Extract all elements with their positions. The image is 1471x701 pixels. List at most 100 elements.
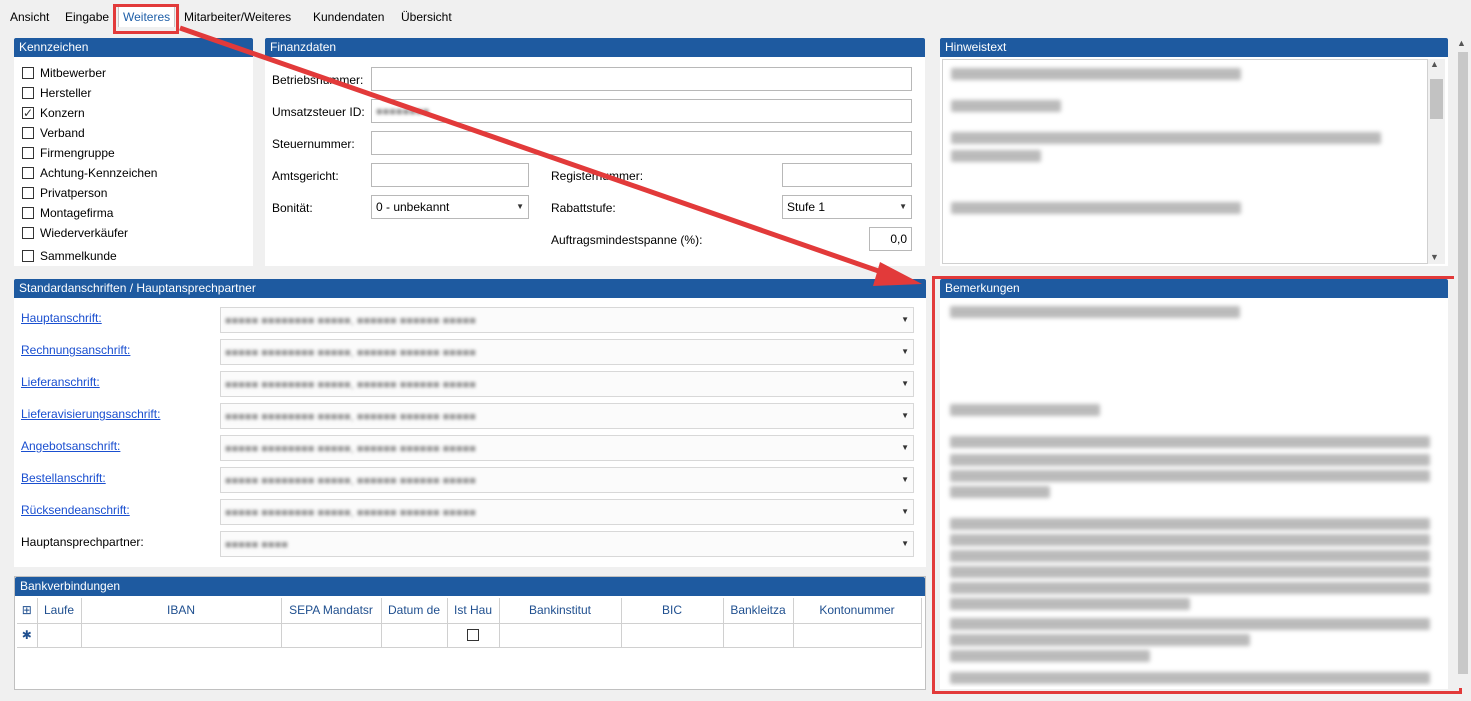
bank-grid: ⊞ Laufe IBAN SEPA Mandatsr Datum de Ist Hau B… xyxy=(17,598,922,648)
address-link[interactable]: Bestellanschrift: xyxy=(21,471,106,485)
address-select[interactable]: ■■■■■ ■■■■■■■■ ■■■■■, ■■■■■■ ■■■■■■ ■■■■… xyxy=(220,403,914,429)
hinweistext-scrollbar[interactable]: ▲ ▼ xyxy=(1428,59,1445,264)
scroll-up-icon[interactable]: ▲ xyxy=(1430,59,1439,69)
bemerkungen-textarea[interactable] xyxy=(942,300,1446,687)
tab-uebersicht[interactable]: Übersicht xyxy=(397,6,456,28)
grid-menu-icon[interactable]: ⊞ xyxy=(17,598,38,624)
kennzeichen-item[interactable]: Sammelkunde xyxy=(22,247,117,265)
tab-mitarbeiter-weiteres[interactable]: Mitarbeiter/Weiteres xyxy=(180,6,295,28)
grid-column-header[interactable]: Bankinstitut xyxy=(499,598,622,624)
address-select[interactable]: ■■■■■ ■■■■■■■■ ■■■■■, ■■■■■■ ■■■■■■ ■■■■… xyxy=(220,371,914,397)
hinweistext-header: Hinweistext xyxy=(940,38,1448,57)
address-link[interactable]: Lieferavisierungsanschrift: xyxy=(21,407,160,421)
checkbox[interactable] xyxy=(22,67,34,79)
grid-column-header[interactable]: Ist Hau xyxy=(447,598,500,624)
bankverbindungen-header: Bankverbindungen xyxy=(15,577,925,596)
checkbox[interactable] xyxy=(22,127,34,139)
address-select[interactable]: ■■■■■ ■■■■■■■■ ■■■■■, ■■■■■■ ■■■■■■ ■■■■… xyxy=(220,339,914,365)
grid-column-header[interactable]: Laufe xyxy=(37,598,82,624)
rabattstufe-select[interactable]: Stufe 1 ▼ xyxy=(782,195,912,219)
tab-kundendaten[interactable]: Kundendaten xyxy=(309,6,388,28)
address-select[interactable]: ■■■■■ ■■■■■■■■ ■■■■■, ■■■■■■ ■■■■■■ ■■■■… xyxy=(220,307,914,333)
kennzeichen-item[interactable]: Achtung-Kennzeichen xyxy=(22,164,157,182)
bemerkungen-panel: Bemerkungen xyxy=(940,279,1448,689)
dropdown-arrow-icon[interactable]: ▼ xyxy=(901,500,909,524)
address-link[interactable]: Rücksendeanschrift: xyxy=(21,503,130,517)
address-link[interactable]: Rechnungsanschrift: xyxy=(21,343,130,357)
rabattstufe-label: Rabattstufe: xyxy=(551,201,616,215)
ust-field[interactable]: ■■■■■■■■ xyxy=(371,99,912,123)
address-label: Hauptansprechpartner: xyxy=(21,535,144,549)
address-select[interactable]: ■■■■■ ■■■■ ▼ xyxy=(220,531,914,557)
address-value: ■■■■■ ■■■■ xyxy=(225,539,288,551)
scroll-thumb[interactable] xyxy=(1458,52,1468,674)
auftragsmindestspanne-field[interactable]: 0,0 xyxy=(869,227,912,251)
address-link[interactable]: Hauptanschrift: xyxy=(21,311,102,325)
dropdown-arrow-icon[interactable]: ▼ xyxy=(901,436,909,460)
new-row-icon[interactable]: ✱ xyxy=(17,623,38,648)
grid-column-header[interactable]: IBAN xyxy=(81,598,282,624)
kennzeichen-item[interactable]: Firmengruppe xyxy=(22,144,115,162)
address-select[interactable]: ■■■■■ ■■■■■■■■ ■■■■■, ■■■■■■ ■■■■■■ ■■■■… xyxy=(220,499,914,525)
address-select[interactable]: ■■■■■ ■■■■■■■■ ■■■■■, ■■■■■■ ■■■■■■ ■■■■… xyxy=(220,467,914,493)
window-scrollbar[interactable]: ▲ xyxy=(1454,38,1471,688)
amtsgericht-field[interactable] xyxy=(371,163,529,187)
kennzeichen-item[interactable]: Hersteller xyxy=(22,84,91,102)
grid-column-header[interactable]: Kontonummer xyxy=(793,598,922,624)
betriebsnummer-field[interactable] xyxy=(371,67,912,91)
ust-label: Umsatzsteuer ID: xyxy=(272,105,365,119)
checkbox[interactable] xyxy=(22,227,34,239)
checkbox[interactable] xyxy=(22,207,34,219)
address-link[interactable]: Angebotsanschrift: xyxy=(21,439,120,453)
scroll-up-icon[interactable]: ▲ xyxy=(1457,38,1466,48)
grid-column-header[interactable]: BIC xyxy=(621,598,724,624)
dropdown-arrow-icon[interactable]: ▼ xyxy=(901,308,909,332)
kennzeichen-item[interactable]: Konzern xyxy=(22,104,85,122)
kennzeichen-item[interactable]: Wiederverkäufer xyxy=(22,224,128,242)
address-row: Rechnungsanschrift: ■■■■■ ■■■■■■■■ ■■■■■,… xyxy=(18,339,918,365)
kennzeichen-item[interactable]: Montagefirma xyxy=(22,204,113,222)
bonitaet-select[interactable]: 0 - unbekannt ▼ xyxy=(371,195,529,219)
address-value: ■■■■■ ■■■■■■■■ ■■■■■, ■■■■■■ ■■■■■■ ■■■■… xyxy=(225,379,476,391)
ist-hauptbank-checkbox[interactable] xyxy=(467,629,479,641)
address-value: ■■■■■ ■■■■■■■■ ■■■■■, ■■■■■■ ■■■■■■ ■■■■… xyxy=(225,507,476,519)
checkbox[interactable] xyxy=(22,104,34,122)
grid-column-header[interactable]: SEPA Mandatsr xyxy=(281,598,382,624)
dropdown-arrow-icon[interactable]: ▼ xyxy=(901,532,909,556)
tab-weiteres[interactable]: Weiteres xyxy=(118,5,176,27)
kennzeichen-item[interactable]: Verband xyxy=(22,124,85,142)
address-row: Lieferanschrift: ■■■■■ ■■■■■■■■ ■■■■■, ■■… xyxy=(18,371,918,397)
tab-ansicht[interactable]: Ansicht xyxy=(6,6,53,28)
checkbox-label: Verband xyxy=(40,126,85,140)
grid-column-header[interactable]: Bankleitza xyxy=(723,598,794,624)
dropdown-arrow-icon[interactable]: ▼ xyxy=(901,468,909,492)
checkbox[interactable] xyxy=(22,147,34,159)
kennzeichen-item[interactable]: Mitbewerber xyxy=(22,64,106,82)
checkbox[interactable] xyxy=(22,167,34,179)
steuernummer-field[interactable] xyxy=(371,131,912,155)
checkbox[interactable] xyxy=(22,187,34,199)
dropdown-arrow-icon[interactable]: ▼ xyxy=(901,404,909,428)
checkbox[interactable] xyxy=(22,87,34,99)
kennzeichen-panel: Kennzeichen Mitbewerber Hersteller Konzern… xyxy=(14,38,253,266)
hinweistext-panel: Hinweistext ▲ ▼ xyxy=(940,38,1448,266)
dropdown-arrow-icon[interactable]: ▼ xyxy=(901,340,909,364)
registernummer-field[interactable] xyxy=(782,163,912,187)
kennzeichen-item[interactable]: Privatperson xyxy=(22,184,107,202)
address-link[interactable]: Lieferanschrift: xyxy=(21,375,100,389)
hinweistext-textarea[interactable] xyxy=(942,59,1428,264)
tab-eingabe[interactable]: Eingabe xyxy=(61,6,113,28)
address-row: Angebotsanschrift: ■■■■■ ■■■■■■■■ ■■■■■, … xyxy=(18,435,918,461)
grid-column-header[interactable]: Datum de xyxy=(381,598,448,624)
checkbox[interactable] xyxy=(22,250,34,262)
rabattstufe-value: Stufe 1 xyxy=(787,200,826,214)
scroll-thumb[interactable] xyxy=(1430,79,1443,119)
address-row: Lieferavisierungsanschrift: ■■■■■ ■■■■■■■… xyxy=(18,403,918,429)
address-value: ■■■■■ ■■■■■■■■ ■■■■■, ■■■■■■ ■■■■■■ ■■■■… xyxy=(225,475,476,487)
scroll-down-icon[interactable]: ▼ xyxy=(1430,252,1439,262)
amtsgericht-label: Amtsgericht: xyxy=(272,169,339,183)
standardanschriften-panel: Standardanschriften / Hauptansprechpartn… xyxy=(14,279,926,567)
address-select[interactable]: ■■■■■ ■■■■■■■■ ■■■■■, ■■■■■■ ■■■■■■ ■■■■… xyxy=(220,435,914,461)
dropdown-arrow-icon[interactable]: ▼ xyxy=(901,372,909,396)
checkbox-label: Firmengruppe xyxy=(40,146,115,160)
